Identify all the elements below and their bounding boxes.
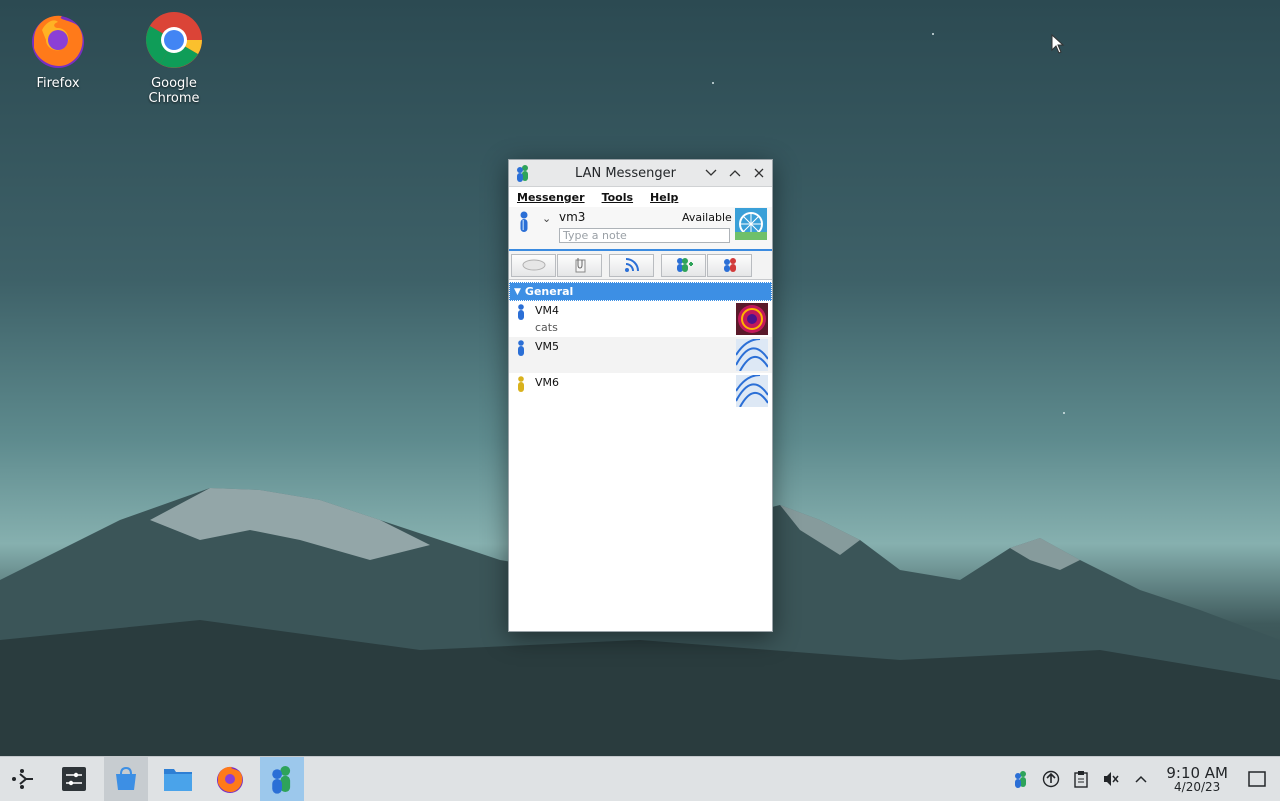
rss-button[interactable]	[609, 253, 654, 277]
taskbar: 9:10 AM 4/20/23	[0, 756, 1280, 801]
discover-button[interactable]	[104, 757, 148, 801]
minimize-button[interactable]	[700, 162, 722, 184]
star	[712, 82, 714, 84]
star	[1063, 412, 1065, 414]
contact-status-icon	[517, 376, 525, 395]
maximize-button[interactable]	[724, 162, 746, 184]
contact-avatar	[736, 339, 768, 371]
rss-icon	[624, 258, 639, 272]
clipboard-icon	[1074, 771, 1089, 788]
settings-icon	[62, 767, 86, 791]
lan-messenger-taskbar-button[interactable]	[260, 757, 304, 801]
contact-name: VM5	[535, 340, 560, 353]
broadcast-icon	[522, 259, 545, 271]
firefox-icon	[217, 766, 243, 793]
group-header-general[interactable]: ▼ General	[509, 282, 772, 301]
volume-muted-icon	[1104, 772, 1119, 786]
window-title: LAN Messenger	[575, 165, 676, 181]
firefox-taskbar-button[interactable]	[208, 757, 252, 801]
update-icon	[1043, 770, 1060, 788]
tray-clipboard[interactable]	[1066, 770, 1096, 788]
close-button[interactable]	[748, 162, 770, 184]
menu-messenger[interactable]: Messenger	[517, 191, 585, 204]
firefox-icon	[28, 10, 88, 70]
system-tray: 9:10 AM 4/20/23	[1006, 757, 1280, 801]
store-icon	[116, 766, 136, 790]
desktop-icon-label: Google Chrome	[148, 76, 200, 106]
contact-item-vm4[interactable]: VM4 cats	[509, 301, 772, 337]
tray-lan-messenger[interactable]	[1006, 770, 1036, 788]
chevron-up-icon	[1135, 775, 1147, 783]
user-avatar[interactable]	[735, 208, 767, 240]
desktop-icon-chrome[interactable]: Google Chrome	[126, 2, 222, 106]
tray-volume[interactable]	[1096, 770, 1126, 788]
menu-bar: Messenger Tools Help	[509, 187, 772, 207]
clock-date: 4/20/23	[1174, 780, 1221, 794]
title-bar[interactable]: LAN Messenger	[509, 160, 772, 187]
contact-avatar	[736, 303, 768, 335]
contact-item-vm5[interactable]: VM5	[509, 337, 772, 373]
system-settings-button[interactable]	[52, 757, 96, 801]
menu-help[interactable]: Help	[650, 191, 678, 204]
note-input[interactable]: Type a note	[559, 228, 730, 243]
group-name: General	[524, 285, 574, 298]
mouse-cursor	[1051, 34, 1065, 54]
file-manager-button[interactable]	[156, 757, 200, 801]
lan-messenger-icon	[272, 766, 291, 794]
lan-messenger-tray-icon	[1015, 771, 1027, 788]
user-status-icon[interactable]	[519, 211, 529, 237]
tray-expand[interactable]	[1126, 774, 1156, 784]
contact-status-icon	[517, 340, 525, 359]
tray-updates[interactable]	[1036, 770, 1066, 788]
broadcast-button[interactable]	[511, 253, 556, 277]
folder-icon	[164, 769, 192, 791]
desktop-icon-firefox[interactable]: Firefox	[10, 2, 106, 91]
launcher-icon	[12, 769, 33, 789]
contact-item-vm6[interactable]: VM6	[509, 373, 772, 409]
menu-tools[interactable]: Tools	[602, 191, 633, 204]
chevron-down-icon	[705, 169, 717, 176]
group-chat-button[interactable]	[707, 253, 752, 277]
toolbar	[509, 251, 772, 280]
status-dropdown-chevron-icon[interactable]: ⌄	[542, 212, 551, 225]
file-transfer-icon	[575, 258, 585, 273]
file-transfer-button[interactable]	[557, 253, 602, 277]
star	[932, 33, 934, 35]
chrome-icon	[144, 10, 204, 70]
user-name: vm3	[559, 210, 586, 224]
lan-messenger-app-icon	[515, 164, 531, 182]
lan-messenger-window: LAN Messenger Messenger Tools Help ⌄ vm3…	[508, 159, 773, 632]
contact-name: VM6	[535, 376, 560, 389]
user-panel: ⌄ vm3 Available Type a note	[509, 207, 772, 251]
user-status[interactable]: Available	[682, 211, 732, 224]
show-desktop-button[interactable]	[1242, 771, 1272, 787]
expand-triangle-icon: ▼	[514, 286, 521, 297]
contact-avatar	[736, 375, 768, 407]
chevron-up-icon	[729, 170, 741, 177]
group-chat-icon	[723, 258, 736, 272]
contact-name: VM4	[535, 304, 560, 317]
show-desktop-icon	[1248, 771, 1266, 787]
contact-status-icon	[517, 304, 525, 323]
add-contact-icon	[676, 258, 693, 272]
add-contact-button[interactable]	[661, 253, 706, 277]
application-launcher-button[interactable]	[0, 757, 44, 801]
contact-note: cats	[535, 321, 558, 334]
close-icon	[754, 168, 764, 178]
clock[interactable]: 9:10 AM 4/20/23	[1166, 764, 1228, 794]
desktop-icon-label: Firefox	[36, 76, 80, 91]
